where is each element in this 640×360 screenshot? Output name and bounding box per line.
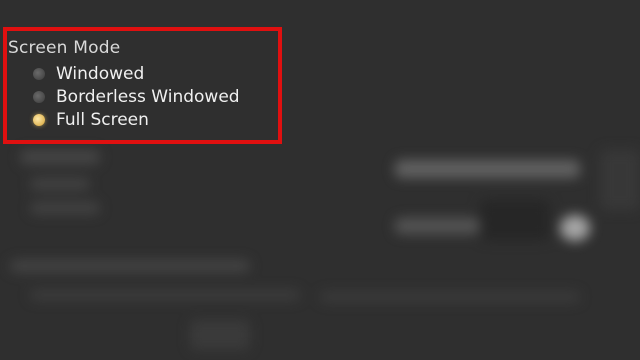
blurred-item xyxy=(395,160,580,178)
blurred-item xyxy=(30,202,100,214)
blurred-item xyxy=(10,260,250,272)
blurred-item xyxy=(30,178,90,190)
highlight-annotation-box xyxy=(3,27,282,144)
blurred-item xyxy=(560,215,590,241)
settings-screen: Screen Mode Windowed Borderless Windowed… xyxy=(0,0,640,360)
blurred-item xyxy=(320,292,580,302)
blurred-item xyxy=(600,150,640,210)
blurred-item xyxy=(190,320,250,350)
blurred-item xyxy=(480,200,550,240)
blurred-item xyxy=(395,218,480,234)
blurred-item xyxy=(30,290,300,300)
blurred-item xyxy=(20,150,100,164)
